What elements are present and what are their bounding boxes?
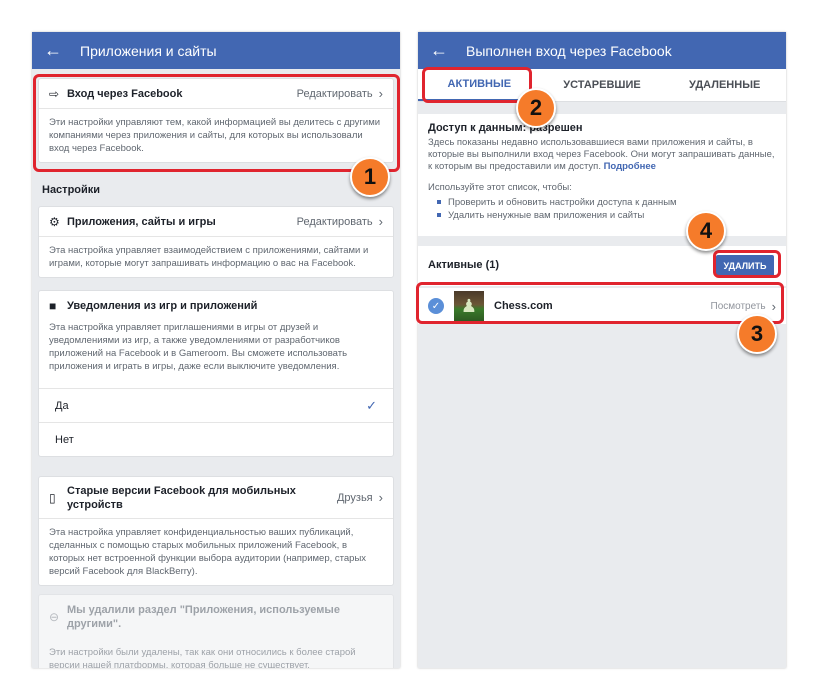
right-screen: ← Выполнен вход через Facebook АКТИВНЫЕ …	[418, 32, 786, 668]
old-versions-label: Старые версии Facebook для мобильных уст…	[67, 484, 296, 511]
bullet-item: Удалить ненужные вам приложения и сайты	[428, 209, 776, 222]
old-versions-value: Друзья	[336, 491, 373, 504]
active-heading: Активные (1)	[428, 259, 500, 271]
option-yes-label: Да	[55, 399, 69, 412]
settings-heading: Настройки	[42, 184, 101, 196]
removed-card: ⊖ Мы удалили раздел "Приложения, использ…	[38, 594, 394, 668]
step-badge-4: 4	[686, 211, 726, 251]
left-title: Приложения и сайты	[80, 42, 217, 59]
notifications-card: ■ Уведомления из игр и приложений Эта на…	[38, 290, 394, 457]
apps-edit: Редактировать	[296, 215, 373, 228]
removed-label: Мы удалили раздел "Приложения, используе…	[67, 604, 340, 630]
option-no-label: Нет	[55, 433, 74, 446]
apps-desc: Эта настройка управляет взаимодействием …	[49, 245, 369, 269]
notifications-label: Уведомления из игр и приложений	[67, 300, 258, 312]
option-yes[interactable]: Да ✓	[39, 388, 393, 422]
right-title: Выполнен вход через Facebook	[466, 42, 672, 59]
old-versions-row[interactable]: ▯ Старые версии Facebook для мобильных у…	[39, 477, 393, 519]
access-title: Доступ к данным: разрешен	[428, 122, 583, 134]
access-panel: Доступ к данным: разрешен Здесь показаны…	[418, 114, 786, 236]
old-versions-desc: Эта настройка управляет конфиденциальнос…	[49, 527, 367, 577]
access-desc: Здесь показаны недавно использовавшиеся …	[428, 137, 775, 172]
cube-icon: ■	[49, 299, 57, 313]
removed-row: ⊖ Мы удалили раздел "Приложения, использ…	[39, 595, 393, 639]
old-versions-card: ▯ Старые версии Facebook для мобильных у…	[38, 476, 394, 586]
step-badge-3: 3	[737, 314, 777, 354]
chevron-right-icon: ›	[378, 214, 383, 229]
gear-icon: ⚙	[49, 214, 60, 229]
access-desc-block: Здесь показаны недавно использовавшиеся …	[428, 137, 776, 173]
tab-removed[interactable]: УДАЛЕННЫЕ	[663, 69, 786, 101]
step-badge-2: 2	[516, 88, 556, 128]
apps-card: ⚙ Приложения, сайты и игры Редактировать…	[38, 206, 394, 278]
back-arrow-icon[interactable]: ←	[430, 40, 458, 61]
option-no[interactable]: Нет	[39, 422, 393, 456]
notifications-desc: Эта настройка управляет приглашениями в …	[49, 322, 348, 372]
chevron-right-icon: ›	[378, 490, 383, 505]
bullet-item: Проверить и обновить настройки доступа к…	[428, 196, 776, 209]
left-topbar: ← Приложения и сайты	[32, 32, 400, 69]
removed-desc: Эти настройки были удалены, так как они …	[49, 647, 356, 668]
highlight-delete	[713, 250, 781, 278]
apps-row[interactable]: ⚙ Приложения, сайты и игры Редактировать…	[39, 207, 393, 237]
use-title: Используйте этот список, чтобы:	[428, 182, 572, 193]
back-arrow-icon[interactable]: ←	[44, 40, 72, 61]
step-badge-1: 1	[350, 157, 390, 197]
highlight-login	[33, 74, 400, 172]
phone-icon: ▯	[49, 490, 56, 505]
right-topbar: ← Выполнен вход через Facebook	[418, 32, 786, 69]
apps-label: Приложения, сайты и игры	[67, 215, 216, 228]
checkmark-icon: ✓	[366, 397, 377, 413]
highlight-tab	[422, 67, 532, 103]
more-link[interactable]: Подробнее	[604, 161, 656, 172]
highlight-app-row	[416, 282, 784, 324]
tab-outdated[interactable]: УСТАРЕВШИЕ	[541, 69, 664, 101]
minus-circle-icon: ⊖	[49, 610, 60, 624]
notifications-row: ■ Уведомления из игр и приложений	[39, 291, 393, 321]
